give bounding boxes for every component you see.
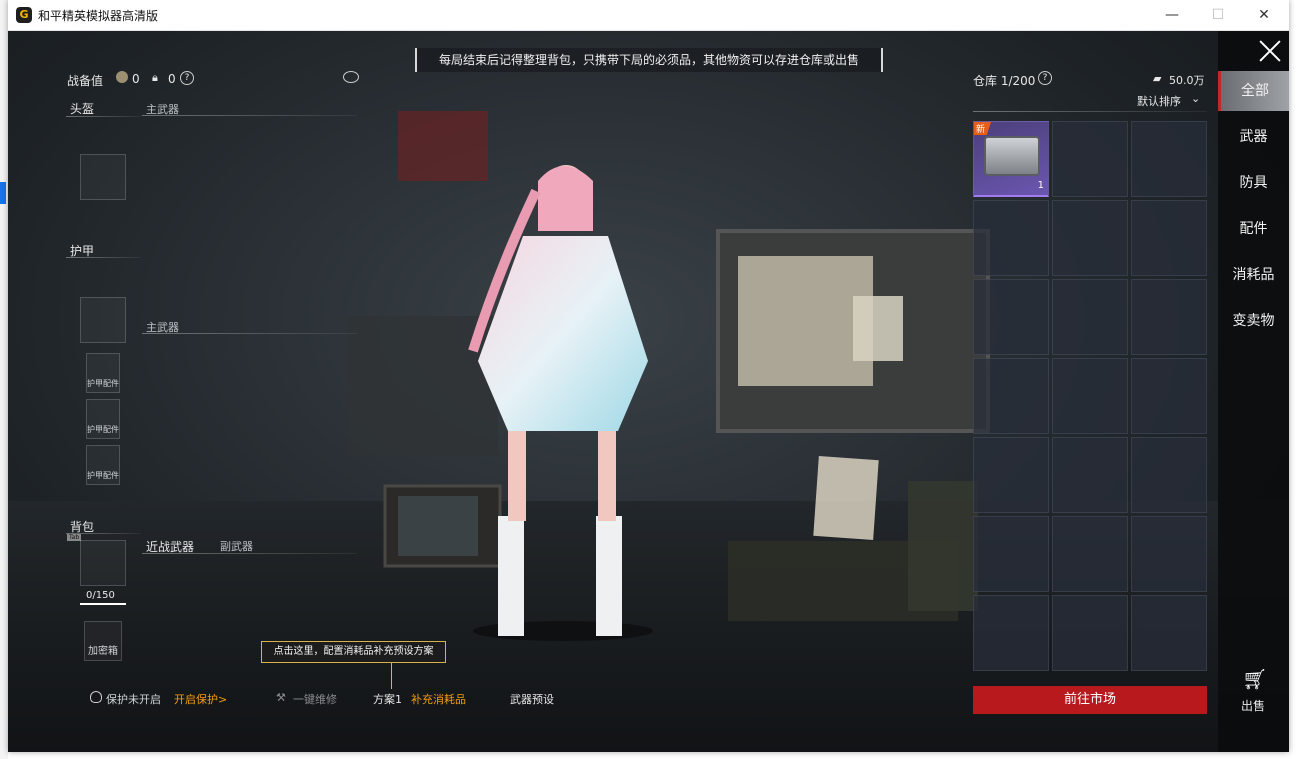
warehouse-slot[interactable] — [973, 437, 1049, 513]
sort-dropdown[interactable]: 默认排序 — [1137, 93, 1181, 109]
warehouse-panel: 仓库 1/200 ? ▰ 50.0万 默认排序 ⌄ 新1 — [973, 31, 1208, 752]
warehouse-slot[interactable] — [1052, 437, 1128, 513]
backpack-capacity-bar — [80, 603, 126, 605]
divider — [973, 111, 1207, 112]
cash-icon: ▰ — [1153, 72, 1162, 85]
plan-selector[interactable]: 方案1 — [373, 691, 402, 707]
divider — [142, 553, 357, 554]
combat-value-label: 战备值 — [67, 74, 104, 88]
tab-sellables[interactable]: 变卖物 — [1218, 301, 1289, 341]
divider — [142, 333, 357, 334]
tooltip-pointer — [391, 663, 392, 689]
warehouse-help-icon[interactable]: ? — [1038, 71, 1052, 85]
close-inventory-icon[interactable] — [1258, 39, 1282, 63]
warehouse-slot[interactable] — [1131, 200, 1207, 276]
game-viewport: 每局结束后记得整理背包，只携带下局的必须品，其他物资可以存进仓库或出售 战备值 … — [8, 31, 1289, 752]
chevron-down-icon[interactable]: ⌄ — [1191, 92, 1200, 105]
warehouse-slot[interactable] — [973, 516, 1049, 592]
warehouse-title: 仓库 1/200 — [973, 74, 1036, 88]
tab-consumables[interactable]: 消耗品 — [1218, 255, 1289, 295]
warehouse-slot[interactable] — [1131, 516, 1207, 592]
maximize-button[interactable]: ☐ — [1195, 0, 1241, 31]
item-count: 1 — [1037, 180, 1044, 191]
warehouse-slot[interactable]: 新1 — [973, 121, 1049, 197]
armor-attachment-slot-3[interactable]: 护甲配件 — [86, 445, 120, 485]
tab-armor[interactable]: 防具 — [1218, 163, 1289, 203]
repair-all-button[interactable]: 一键维修 — [293, 691, 337, 707]
coin-icon — [116, 71, 128, 83]
warehouse-slot[interactable] — [1052, 279, 1128, 355]
divider — [66, 533, 141, 534]
warehouse-slot[interactable] — [1131, 595, 1207, 671]
warehouse-slot[interactable] — [1052, 595, 1128, 671]
shield-icon — [90, 691, 102, 703]
tab-all[interactable]: 全部 — [1218, 71, 1289, 111]
protect-status: 保护未开启 — [106, 693, 161, 706]
backpack-capacity: 0/150 — [86, 590, 115, 601]
minimize-button[interactable]: — — [1149, 0, 1195, 31]
supply-crate-icon — [984, 136, 1040, 176]
desktop-edge — [0, 0, 8, 759]
helmet-slot[interactable] — [80, 154, 126, 200]
divider — [142, 115, 357, 116]
helmet-label: 头盔 — [70, 102, 95, 116]
tab-weapons[interactable]: 武器 — [1218, 117, 1289, 157]
divider — [66, 116, 141, 117]
warehouse-slot[interactable] — [1131, 279, 1207, 355]
desktop-selection-marker — [0, 182, 6, 204]
close-window-button[interactable]: ✕ — [1241, 0, 1287, 31]
combat-value: 0 — [132, 72, 140, 86]
warehouse-slot[interactable] — [1052, 121, 1128, 197]
warehouse-slot[interactable] — [1131, 437, 1207, 513]
tab-attachments[interactable]: 配件 — [1218, 209, 1289, 249]
warehouse-slot[interactable] — [1052, 516, 1128, 592]
tip-banner: 每局结束后记得整理背包，只携带下局的必须品，其他物资可以存进仓库或出售 — [415, 48, 883, 72]
cart-icon[interactable]: 🛒︎ — [1242, 667, 1267, 691]
app-window: G 和平精英模拟器高清版 — ☐ ✕ 每局结束后记得整理背包，只携带下局的必须品… — [8, 0, 1289, 752]
backpack-slot[interactable] — [80, 540, 126, 586]
money-value: 50.0万 — [1169, 74, 1205, 87]
weapon-preset-button[interactable]: 武器预设 — [510, 691, 554, 707]
warehouse-slot[interactable] — [1131, 358, 1207, 434]
supply-tooltip: 点击这里，配置消耗品补充预设方案 — [261, 641, 446, 663]
window-title: 和平精英模拟器高清版 — [38, 9, 159, 23]
armor-attachment-slot-1[interactable]: 护甲配件 — [86, 353, 120, 393]
lock-icon: 🔒︎ — [152, 71, 158, 84]
safe-box-slot[interactable]: 加密箱 — [84, 621, 122, 661]
eye-icon[interactable] — [343, 71, 359, 83]
title-bar: G 和平精英模拟器高清版 — ☐ ✕ — [8, 0, 1289, 31]
warehouse-slot[interactable] — [1131, 121, 1207, 197]
app-logo-icon: G — [16, 7, 32, 23]
armor-attachment-slot-2[interactable]: 护甲配件 — [86, 399, 120, 439]
wrench-icon: ⚒︎ — [276, 691, 286, 704]
warehouse-slot[interactable] — [973, 279, 1049, 355]
go-to-market-button[interactable]: 前往市场 — [973, 686, 1207, 714]
supply-consumables-button[interactable]: 补充消耗品 — [411, 691, 466, 707]
new-badge: 新 — [974, 122, 992, 135]
sell-button[interactable]: 出售 — [1241, 697, 1265, 714]
warehouse-slot[interactable] — [973, 200, 1049, 276]
warehouse-slot[interactable] — [1052, 358, 1128, 434]
divider — [66, 257, 141, 258]
armor-slot[interactable] — [80, 297, 126, 343]
category-nav: 全部 武器 防具 配件 消耗品 变卖物 🛒︎ 出售 — [1218, 31, 1289, 752]
loadout-help-icon[interactable]: ? — [180, 71, 194, 85]
warehouse-slot[interactable] — [973, 358, 1049, 434]
lock-value: 0 — [168, 72, 176, 86]
warehouse-slot[interactable] — [1052, 200, 1128, 276]
secondary-weapon-label: 副武器 — [220, 540, 253, 553]
warehouse-slot[interactable] — [973, 595, 1049, 671]
enable-protect-link[interactable]: 开启保护> — [174, 691, 227, 707]
